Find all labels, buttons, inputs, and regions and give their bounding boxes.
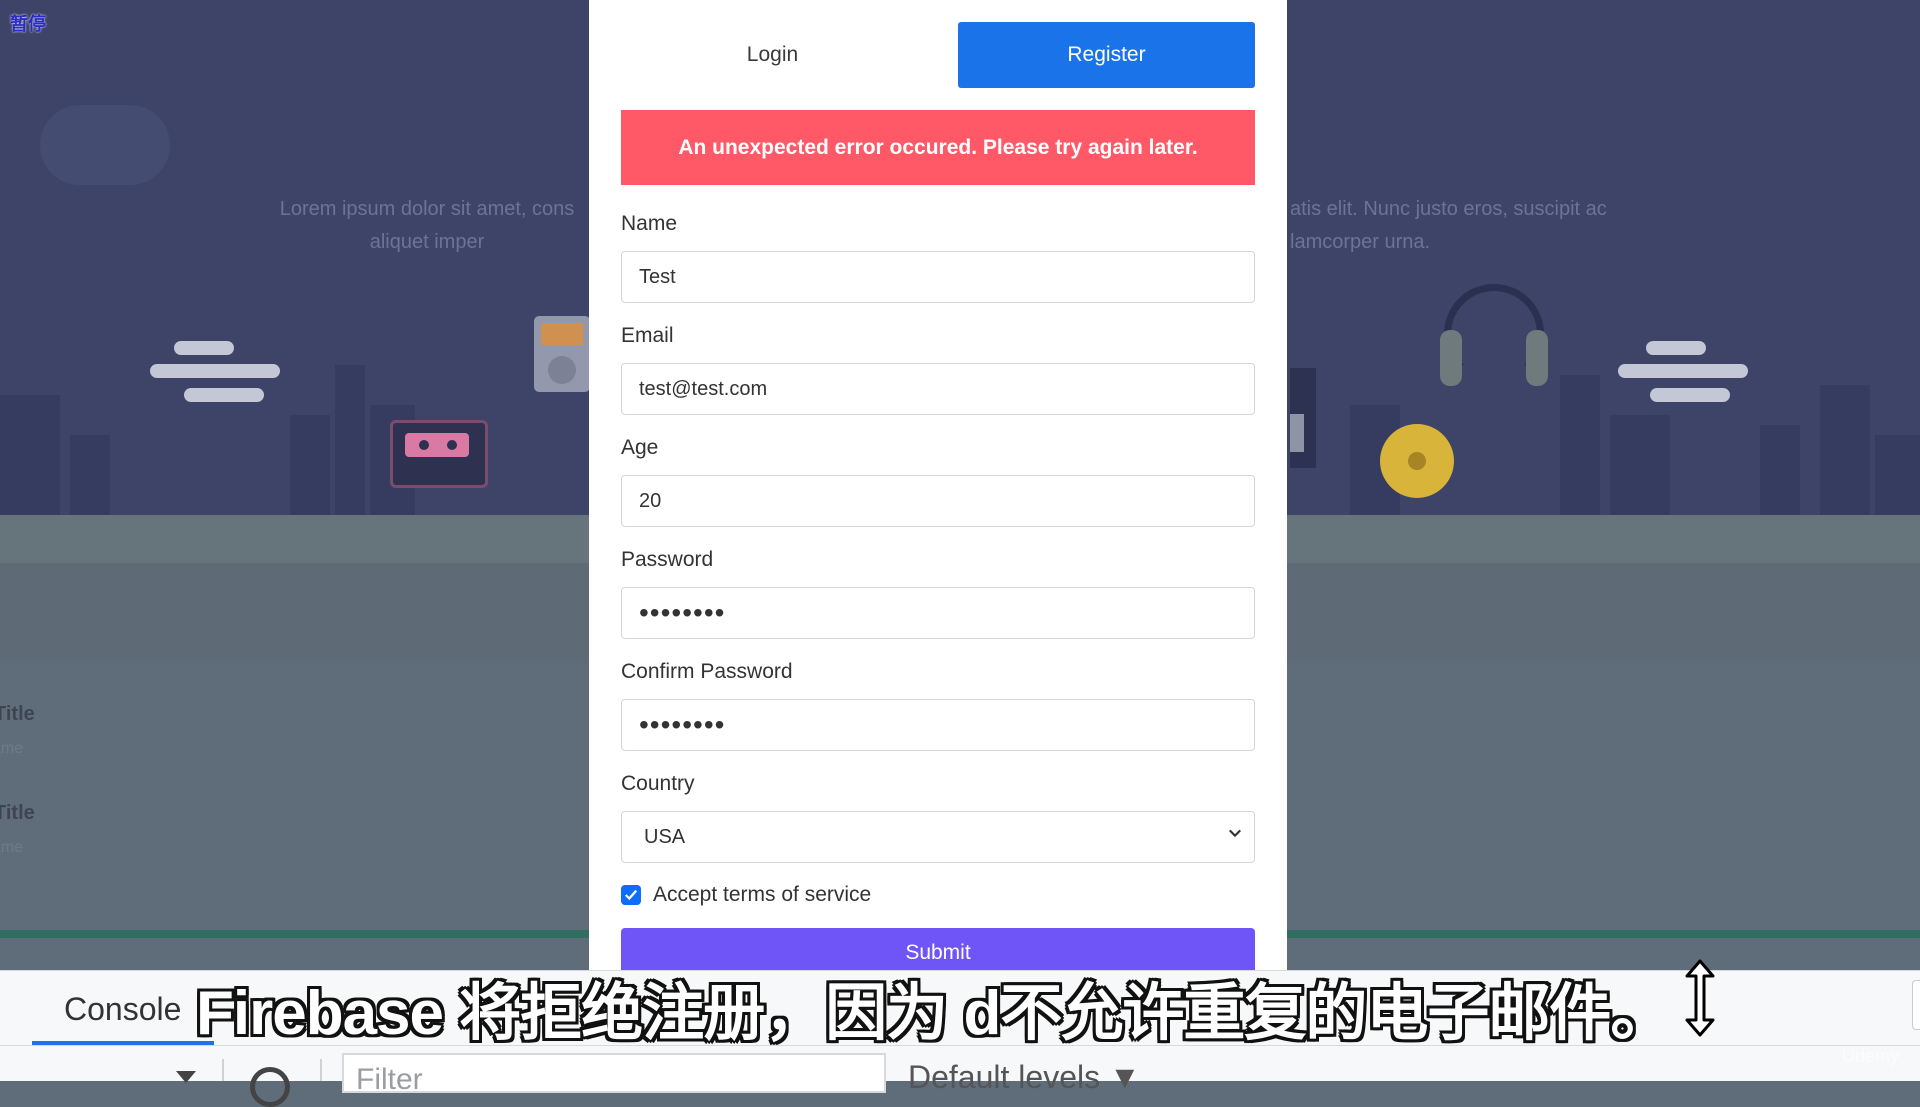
hero-text-left-line2: aliquet imper (369, 231, 485, 253)
age-label: Age (621, 436, 659, 459)
terms-row: Accept terms of service (621, 882, 871, 908)
terms-checkbox[interactable] (621, 885, 641, 905)
auth-tabs: Login Register (621, 22, 1255, 88)
decorative-blob (40, 105, 170, 185)
hero-text-left: Lorem ipsum dolor sit amet, cons aliquet… (262, 193, 592, 259)
eye-icon[interactable] (250, 1067, 290, 1107)
auth-modal: Login Register An unexpected error occur… (589, 0, 1287, 970)
filter-input[interactable]: Filter (342, 1053, 886, 1096)
video-subtitle: Firebase 将拒绝注册，因为 d不允许重复的电子邮件。 (196, 979, 1672, 1048)
cassette-icon (390, 420, 488, 488)
age-input[interactable]: 20 (621, 475, 1255, 527)
list-item-title: Title (0, 703, 35, 725)
email-input[interactable]: test@test.com (621, 363, 1255, 415)
chevron-down-icon (1229, 829, 1241, 838)
list-item-subtitle: ame (0, 740, 24, 757)
speaker-icon (1290, 368, 1316, 468)
checkmark-icon (624, 889, 638, 901)
tab-register[interactable]: Register (958, 22, 1255, 88)
divider (222, 1059, 224, 1081)
error-alert: An unexpected error occured. Please try … (621, 110, 1255, 185)
country-label: Country (621, 772, 695, 795)
music-player-icon (534, 316, 590, 392)
hero-text-left-line1: Lorem ipsum dolor sit amet, cons (279, 198, 575, 220)
hero-text-right-line1: atis elit. Nunc justo eros, suscipit ac (1290, 198, 1607, 220)
pause-label: 暂停 (10, 14, 46, 34)
country-select-value: USA (644, 825, 686, 848)
password-label: Password (621, 548, 714, 571)
resize-cursor-icon (1685, 959, 1715, 1037)
name-label: Name (621, 212, 678, 235)
hero-text-right-line2: lamcorper urna. (1290, 231, 1431, 253)
email-label: Email (621, 324, 674, 347)
name-input[interactable]: Test (621, 251, 1255, 303)
log-levels-dropdown[interactable]: Default levels ▼ (908, 1059, 1141, 1096)
hero-text-right: atis elit. Nunc justo eros, suscipit ac … (1290, 193, 1607, 259)
terms-label: Accept terms of service (653, 883, 872, 906)
confirm-password-label: Confirm Password (621, 660, 793, 683)
panel-edge (1912, 980, 1920, 1030)
headphones-icon (1440, 284, 1548, 404)
country-select[interactable]: USA (621, 811, 1255, 863)
confirm-password-input[interactable]: •••••••• (621, 699, 1255, 751)
list-item-title: Title (0, 802, 35, 824)
password-input[interactable]: •••••••• (621, 587, 1255, 639)
tab-console[interactable]: Console (64, 991, 181, 1028)
tab-login[interactable]: Login (621, 22, 924, 88)
vinyl-disc-icon (1380, 424, 1454, 498)
watermark: Udemy (1842, 1046, 1900, 1066)
caret-down-icon[interactable] (176, 1071, 196, 1083)
list-item-subtitle: ame (0, 839, 24, 856)
divider (320, 1059, 322, 1081)
